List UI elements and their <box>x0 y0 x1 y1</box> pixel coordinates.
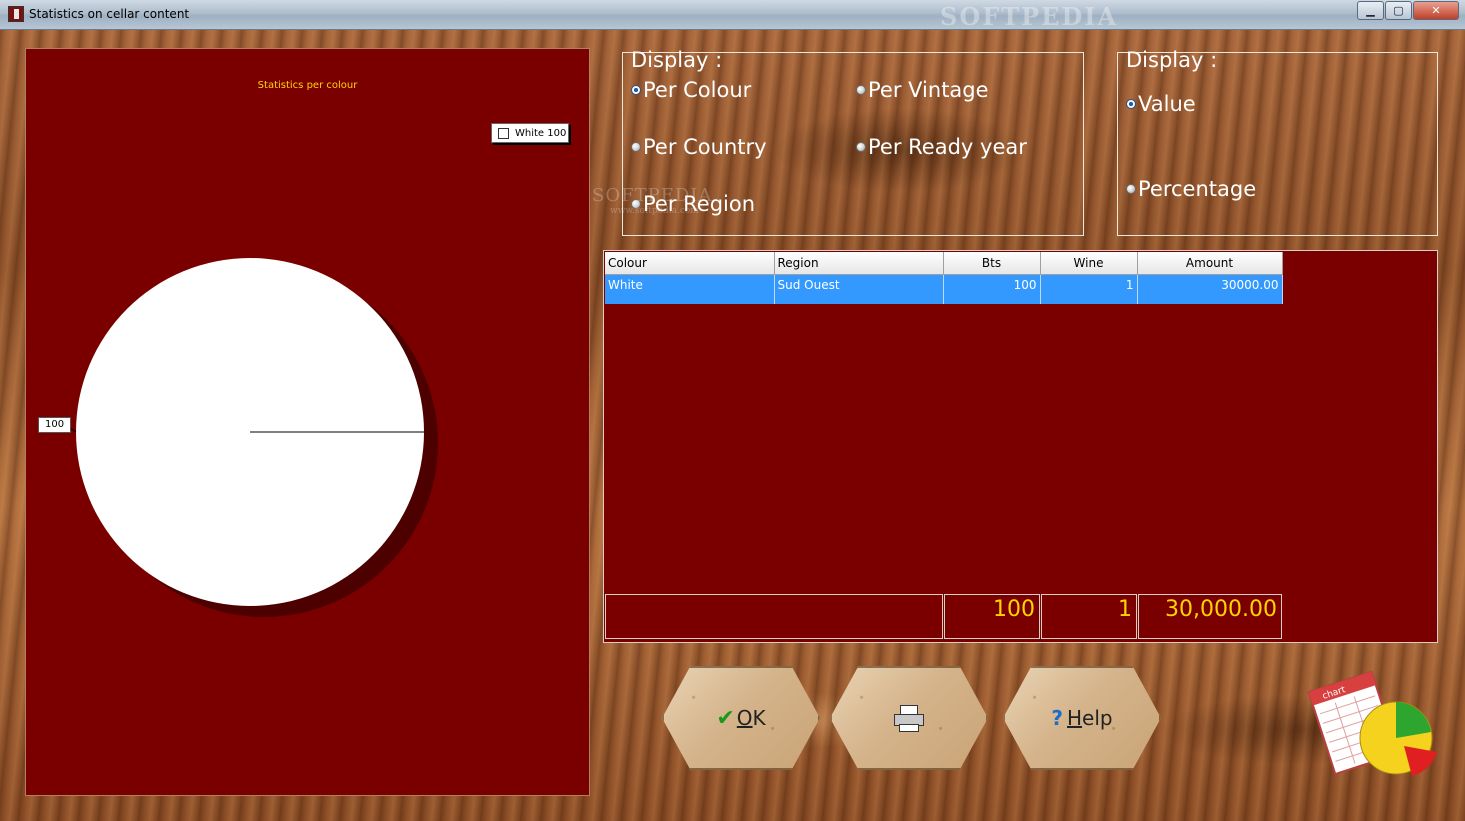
total-wine: 1 <box>1041 594 1137 639</box>
check-icon: ✔ <box>716 705 735 731</box>
cell-bts[interactable]: 100 <box>943 274 1041 304</box>
radio-per-vintage[interactable]: Per Vintage <box>856 78 989 102</box>
watermark-main: SOFTPEDIA <box>592 185 713 206</box>
legend-label: White 100 <box>515 127 567 139</box>
column-header-amount[interactable]: Amount <box>1137 252 1283 275</box>
ok-button[interactable]: ✔ OK <box>662 666 820 770</box>
question-icon: ? <box>1051 706 1063 730</box>
radio-per-country[interactable]: Per Country <box>631 135 767 159</box>
chart-title: Statistics per colour <box>257 80 358 91</box>
radio-label: Value <box>1138 92 1196 116</box>
title-bar: Statistics on cellar content SOFTPEDIA ▁… <box>0 0 1465 31</box>
help-accelerator: H <box>1067 706 1083 730</box>
print-button[interactable] <box>830 666 988 770</box>
window-title: Statistics on cellar content <box>29 7 190 21</box>
totals-spacer <box>605 594 943 639</box>
radio-dot <box>1126 184 1136 194</box>
column-header-region[interactable]: Region <box>774 252 944 275</box>
help-label-rest: elp <box>1082 706 1113 730</box>
radio-per-colour[interactable]: Per Colour <box>631 78 751 102</box>
watermark-sub: www.softpedia.com <box>610 206 699 216</box>
radio-label: Per Vintage <box>868 78 989 102</box>
radio-value[interactable]: Value <box>1126 92 1196 116</box>
ok-button-label: ✔ OK <box>716 706 765 731</box>
column-header-colour[interactable]: Colour <box>605 252 775 275</box>
display-type-title: Display : <box>631 48 723 72</box>
center-watermark: SOFTPEDIA www.softpedia.com <box>592 185 712 216</box>
radio-dot <box>856 142 866 152</box>
radio-percentage[interactable]: Percentage <box>1126 177 1256 201</box>
ok-accelerator: O <box>736 706 753 730</box>
cell-region[interactable]: Sud Ouest <box>774 274 944 304</box>
radio-label: Per Country <box>643 135 767 159</box>
chart-legend: White 100 <box>491 123 569 143</box>
display-mode-title: Display : <box>1126 48 1218 72</box>
radio-per-ready-year[interactable]: Per Ready year <box>856 135 1027 159</box>
ok-label-rest: K <box>752 706 766 730</box>
minimize-icon: ▁ <box>1366 4 1375 17</box>
chart-app-icon: chart <box>1307 670 1437 776</box>
column-header-wine[interactable]: Wine <box>1040 252 1138 275</box>
app-icon[interactable] <box>8 6 24 22</box>
table-header-row: Colour Region Bts Wine Amount <box>605 252 1283 275</box>
radio-dot <box>631 142 641 152</box>
statistics-grid-panel: Colour Region Bts Wine Amount White Sud … <box>603 250 1438 643</box>
total-amount: 30,000.00 <box>1138 594 1282 639</box>
totals-row: 100 1 30,000.00 <box>605 594 1283 639</box>
radio-label: Per Colour <box>643 78 752 102</box>
cell-wine[interactable]: 1 <box>1040 274 1138 304</box>
display-mode-group: Display : Value Percentage <box>1117 48 1438 236</box>
radio-dot-selected <box>1126 99 1136 109</box>
maximize-button[interactable]: ▢ <box>1385 1 1412 20</box>
radio-label: Percentage <box>1138 177 1257 201</box>
help-button-label: ? Help <box>1051 706 1112 730</box>
cell-colour[interactable]: White <box>605 274 775 304</box>
title-watermark: SOFTPEDIA <box>940 2 1119 31</box>
close-button[interactable]: ✕ <box>1413 1 1459 20</box>
window-controls: ▁ ▢ ✕ <box>1356 1 1459 20</box>
printer-icon <box>892 703 926 733</box>
chart-panel: Statistics per colour White 100 100 <box>25 48 590 796</box>
slice-value-label: 100 <box>38 417 72 433</box>
pie-chart <box>65 258 438 617</box>
statistics-table: Colour Region Bts Wine Amount White Sud … <box>605 252 1283 304</box>
close-icon: ✕ <box>1431 4 1441 17</box>
radio-label: Per Ready year <box>868 135 1027 159</box>
radio-dot <box>856 85 866 95</box>
cell-amount[interactable]: 30000.00 <box>1137 274 1283 304</box>
maximize-icon: ▢ <box>1393 4 1404 17</box>
legend-swatch-white <box>498 127 509 139</box>
help-button[interactable]: ? Help <box>1003 666 1161 770</box>
total-bts: 100 <box>944 594 1040 639</box>
minimize-button[interactable]: ▁ <box>1357 1 1384 20</box>
radio-dot-selected <box>631 85 641 95</box>
column-header-bts[interactable]: Bts <box>943 252 1041 275</box>
table-row[interactable]: White Sud Ouest 100 1 30000.00 <box>605 274 1283 304</box>
